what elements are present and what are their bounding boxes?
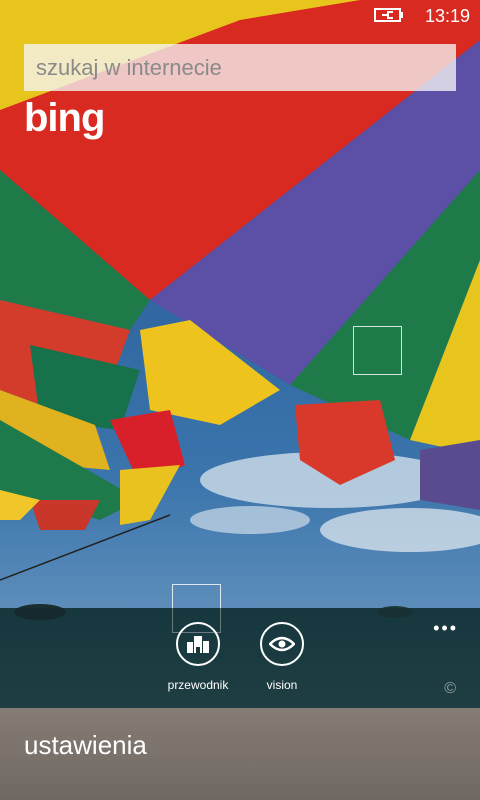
bing-logo: bing: [24, 96, 105, 140]
status-bar: 13:19: [0, 0, 480, 32]
local-scout-label: przewodnik: [167, 678, 229, 692]
local-scout-button[interactable]: przewodnik: [158, 622, 238, 692]
settings-link[interactable]: ustawienia: [24, 730, 147, 761]
copyright-icon[interactable]: ©: [444, 680, 456, 698]
battery-charging-icon: [374, 8, 403, 22]
vision-button[interactable]: vision: [242, 622, 322, 692]
app-bar: przewodnik vision ••• ©: [0, 608, 480, 708]
vision-label: vision: [266, 678, 298, 692]
bottom-panel: ustawienia: [0, 708, 480, 800]
clock: 13:19: [424, 6, 470, 26]
local-scout-icon: [176, 622, 220, 666]
search-input[interactable]: [34, 53, 456, 82]
search-box[interactable]: [24, 44, 456, 91]
more-options-button[interactable]: •••: [433, 618, 458, 639]
eye-icon: [260, 622, 304, 666]
image-hotspot[interactable]: [353, 326, 402, 375]
